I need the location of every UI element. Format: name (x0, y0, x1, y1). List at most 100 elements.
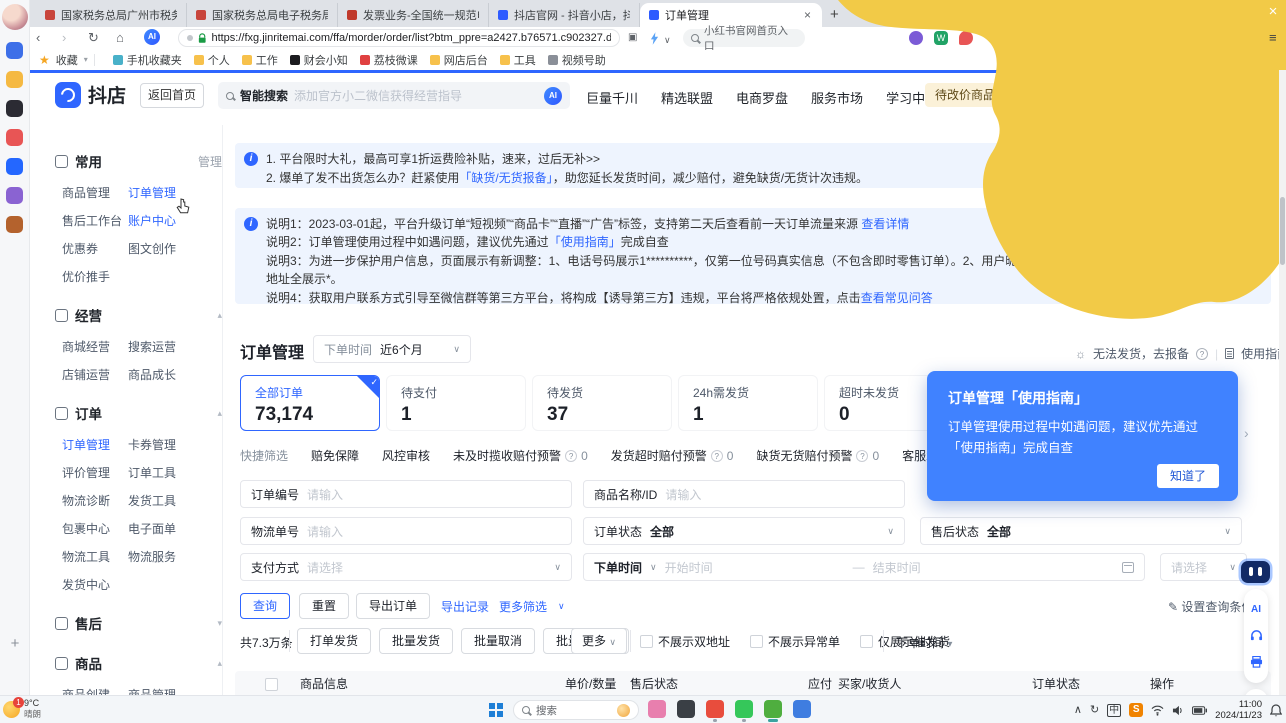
start-button[interactable] (489, 703, 503, 717)
dock-add-icon[interactable]: + (0, 636, 30, 651)
new-tab-button[interactable]: + (830, 6, 839, 23)
query-button[interactable]: 查询 (240, 593, 290, 619)
taskbar-app-icon[interactable] (793, 700, 811, 718)
bookmark-item[interactable]: 工具 (500, 52, 536, 68)
query-settings-link[interactable]: ✎ 设置查询条件 (1168, 598, 1253, 615)
dock-app-icon[interactable] (6, 158, 23, 175)
end-date-placeholder[interactable]: 结束时间 (873, 559, 1114, 576)
sidebar-item[interactable]: 图文创作 (128, 240, 222, 257)
sidebar-item[interactable]: 发货中心 (62, 576, 128, 593)
view-details-link[interactable]: 查看详情 (861, 217, 909, 231)
dock-app-icon[interactable] (6, 71, 23, 88)
faq-link[interactable]: 查看常见问答 (861, 291, 933, 305)
bookmark-item[interactable]: 工作 (242, 52, 278, 68)
checkbox[interactable] (860, 635, 873, 648)
order-stat-card[interactable]: 24h需发货 1 ✓ (678, 375, 818, 431)
battery-icon[interactable] (1192, 706, 1207, 715)
collapse-down-icon[interactable]: ▾ (217, 618, 222, 629)
header-nav-link[interactable]: 精选联盟 (661, 88, 713, 107)
aftersale-status-select[interactable]: 售后状态 全部 ∨ (920, 517, 1242, 545)
cannot-ship-report-link[interactable]: 无法发货，去报备 (1093, 345, 1189, 362)
order-status-select[interactable]: 订单状态 全部 ∨ (583, 517, 905, 545)
export-orders-button[interactable]: 导出订单 (356, 593, 430, 619)
sidebar-item[interactable]: 商品成长 (128, 366, 222, 383)
collapse-up-icon[interactable]: ▴ (217, 310, 222, 321)
bookmark-caret-icon[interactable]: ▾ (84, 55, 88, 64)
browser-tab[interactable]: 抖店官网 - 抖音小店，抖音电 (489, 3, 640, 27)
user-avatar[interactable] (2, 4, 28, 30)
browser-tab[interactable]: 国家税务总局电子税务局 (187, 3, 338, 27)
quick-filter[interactable]: 缺货无货赔付预警 ? 0 (756, 447, 879, 464)
taskbar-app-icon[interactable] (764, 700, 782, 718)
sidebar-item[interactable]: 商城经营 (62, 338, 128, 355)
reset-button[interactable]: 重置 (299, 593, 349, 619)
wps-extension-icon[interactable]: W (934, 31, 948, 45)
dock-app-icon[interactable] (6, 216, 23, 233)
ai-tool-icon[interactable]: AI (1251, 604, 1261, 615)
browser-menu-icon[interactable]: ≡ (1269, 30, 1277, 45)
sidebar-item[interactable]: 搜索运营 (128, 338, 222, 355)
address-bar[interactable]: https://fxg.jinritemai.com/ffa/morder/or… (178, 29, 620, 47)
taskbar-weather[interactable]: 1 9°C晴朗 (3, 698, 41, 720)
quick-filter[interactable]: 发货超时赔付预警 ? 0 (611, 447, 734, 464)
qr-code-icon[interactable]: ▣ (628, 29, 637, 46)
header-nav-link[interactable]: 电商罗盘 (736, 88, 788, 107)
sidebar-item[interactable]: 评价管理 (62, 464, 128, 481)
quick-filter[interactable]: 赔免保障 (311, 447, 359, 464)
dock-app-icon[interactable] (6, 187, 23, 204)
display-toggle[interactable]: 不展示双地址 (640, 633, 730, 650)
collapse-up-icon[interactable]: ▴ (217, 658, 222, 669)
dock-app-icon[interactable] (6, 100, 23, 117)
manage-link[interactable]: 管理 (198, 153, 222, 170)
bookmark-item[interactable]: 视频号助 (548, 52, 606, 68)
taskbar-clock[interactable]: 11:002024/11/23 (1215, 699, 1262, 721)
tab-close-icon[interactable]: × (802, 9, 813, 21)
ai-assistant-icon[interactable]: AI (544, 87, 562, 105)
more-actions-button[interactable]: 更多 ∨ (571, 628, 627, 654)
sidebar-item[interactable]: 订单管理 (128, 184, 222, 201)
back-icon[interactable]: ‹ (36, 29, 40, 46)
stockout-report-link[interactable]: 「缺货/无货报备」 (459, 171, 552, 185)
chevron-down-icon[interactable]: ∨ (664, 32, 671, 49)
batch-action-button[interactable]: 批量取消 (461, 628, 535, 654)
browser-tab[interactable]: 发票业务-全国统一规范电子税 (338, 3, 489, 27)
browser-tab[interactable]: 国家税务总局广州市税务局 (36, 3, 187, 27)
volume-icon[interactable] (1172, 705, 1184, 716)
bolt-extension-icon[interactable] (650, 32, 659, 45)
wifi-icon[interactable] (1151, 705, 1164, 716)
header-nav-link[interactable]: 服务市场 (811, 88, 863, 107)
order-time-range-select[interactable]: 下单时间 近6个月 ∨ (313, 335, 471, 363)
browser-search-box[interactable]: 小红书官网首页入口 (683, 29, 805, 47)
taskbar-app-icon[interactable] (735, 700, 753, 718)
date-range-picker[interactable]: 下单时间 ∨ 开始时间 — 结束时间 (583, 553, 1145, 581)
sidebar-item[interactable]: 商品创建 (62, 686, 128, 695)
sidebar-item[interactable]: 物流工具 (62, 548, 128, 565)
sidebar-item[interactable]: 物流服务 (128, 548, 222, 565)
back-home-button[interactable]: 返回首页 (140, 83, 204, 108)
batch-action-button[interactable]: 批量发货 (379, 628, 453, 654)
quick-filter[interactable]: 风控审核 (382, 447, 430, 464)
sidebar-item[interactable]: 电子面单 (128, 520, 222, 537)
checkbox[interactable] (750, 635, 763, 648)
taskbar-app-icon[interactable] (648, 700, 666, 718)
quick-filter[interactable]: 未及时揽收赔付预警 ? 0 (453, 447, 588, 464)
sidebar-item[interactable]: 优惠券 (62, 240, 128, 257)
bookmark-item[interactable]: 网店后台 (430, 52, 488, 68)
bookmark-item[interactable]: 个人 (194, 52, 230, 68)
popup-confirm-button[interactable]: 知道了 (1157, 464, 1219, 488)
display-toggle[interactable]: 不展示异常单 (750, 633, 840, 650)
product-name-input[interactable]: 商品名称/ID 请输入 (583, 480, 905, 508)
usage-guide-link[interactable]: 「使用指南」 (549, 235, 621, 249)
bookmark-root[interactable]: 收藏 (56, 52, 78, 68)
printer-icon[interactable] (1250, 656, 1263, 668)
doudian-logo[interactable]: 抖店 (55, 81, 126, 108)
sort-by-time[interactable]: 下单时间 ▾ (896, 634, 952, 651)
home-icon[interactable]: ⌂ (116, 29, 124, 46)
taskbar-app-icon[interactable] (677, 700, 695, 718)
assistant-robot-icon[interactable] (1241, 561, 1270, 583)
dock-app-icon[interactable] (6, 129, 23, 146)
tray-expand-icon[interactable]: ∧ (1074, 705, 1082, 716)
quick-filter[interactable]: 快捷筛选 (240, 447, 288, 464)
pending-price-button[interactable]: 待改价商品 6 (925, 83, 1005, 107)
batch-action-button[interactable]: 打单发货 (297, 628, 371, 654)
